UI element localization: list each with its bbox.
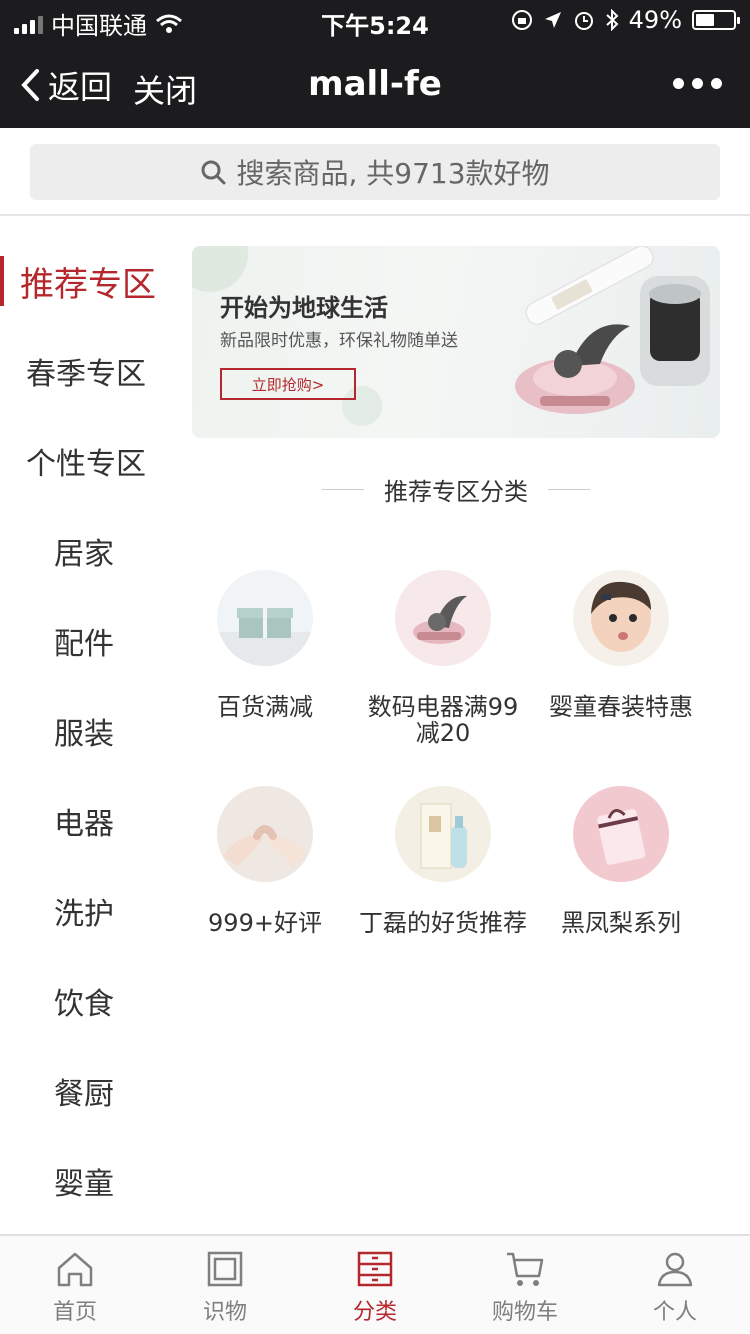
- sidebar-item-label: 服装: [54, 717, 114, 752]
- category-item[interactable]: 数码电器满99减20: [354, 570, 532, 746]
- more-options-button[interactable]: [673, 78, 722, 89]
- nav-bar: 返回 关闭 mall-fe: [0, 42, 750, 128]
- category-item[interactable]: 黑凤梨系列: [532, 786, 710, 936]
- tab-label: 识物: [202, 1300, 247, 1325]
- sidebar-item-kitchen[interactable]: 餐厨: [0, 1046, 162, 1136]
- tab-label: 购物车: [491, 1300, 558, 1325]
- person-icon: [657, 1252, 693, 1287]
- search-placeholder: 搜索商品, 共9713款好物: [236, 157, 550, 190]
- home-icon: [57, 1252, 93, 1287]
- wine-bottle-icon: [395, 786, 491, 882]
- banner-product-image: [515, 246, 710, 414]
- sidebar-item-food[interactable]: 饮食: [0, 956, 162, 1046]
- divider: [322, 489, 364, 490]
- battery-percent: 49%: [628, 6, 682, 34]
- section-title: 推荐专区分类: [384, 478, 528, 506]
- page-title: mall-fe: [308, 64, 442, 104]
- gift-box-icon: [217, 570, 313, 666]
- category-label: 婴童春装特惠: [549, 693, 693, 721]
- banner-buy-button[interactable]: 立即抢购>: [220, 368, 356, 400]
- category-sidebar: 推荐专区 春季专区 个性专区 居家 配件 服装 电器 洗护 饮食 餐厨 婴童: [0, 236, 162, 1226]
- sidebar-item-accessories[interactable]: 配件: [0, 596, 162, 686]
- status-right: 49%: [511, 6, 740, 34]
- pink-gift-icon: [573, 786, 669, 882]
- sidebar-item-label: 婴童: [54, 1167, 114, 1202]
- bottom-tab-bar: 首页 识物 分类 购物车 个人: [0, 1234, 750, 1334]
- section-heading: 推荐专区分类: [192, 472, 720, 507]
- sidebar-item-personal[interactable]: 个性专区: [0, 416, 162, 506]
- category-label: 黑凤梨系列: [561, 909, 681, 937]
- top-bar: 中国联通 下午5:24 49% 返回 关闭 mall-fe: [0, 0, 750, 128]
- search-input[interactable]: 搜索商品, 共9713款好物: [30, 144, 720, 200]
- battery-icon: [692, 10, 740, 30]
- category-item[interactable]: 999+好评: [176, 786, 354, 936]
- category-item[interactable]: 婴童春装特惠: [532, 570, 710, 720]
- sidebar-item-clothing[interactable]: 服装: [0, 686, 162, 776]
- tab-home[interactable]: 首页: [0, 1236, 150, 1334]
- tab-discover[interactable]: 识物: [150, 1236, 300, 1334]
- promo-banner[interactable]: 开始为地球生活 新品限时优惠，环保礼物随单送 立即抢购>: [192, 246, 720, 438]
- sidebar-item-appliances[interactable]: 电器: [0, 776, 162, 866]
- sidebar-item-home[interactable]: 居家: [0, 506, 162, 596]
- location-icon: [544, 12, 561, 28]
- sidebar-item-label: 个性专区: [26, 447, 146, 482]
- divider: [548, 489, 590, 490]
- category-label: 999+好评: [208, 909, 322, 937]
- category-label: 数码电器满99减20: [367, 693, 519, 747]
- bluetooth-icon: [605, 9, 619, 31]
- tab-cart[interactable]: 购物车: [450, 1236, 600, 1334]
- category-label: 百货满减: [217, 693, 313, 721]
- tab-label: 首页: [52, 1300, 97, 1325]
- category-item[interactable]: 丁磊的好货推荐: [354, 786, 532, 936]
- alarm-icon: [574, 12, 593, 30]
- search-icon: [201, 160, 226, 185]
- category-item[interactable]: 百货满减: [176, 570, 354, 720]
- tab-label: 个人: [652, 1300, 697, 1325]
- rotation-lock-icon: [511, 10, 532, 30]
- pinky-promise-icon: [217, 786, 313, 882]
- tab-profile[interactable]: 个人: [600, 1236, 750, 1334]
- sidebar-item-spring[interactable]: 春季专区: [0, 326, 162, 416]
- sidebar-item-care[interactable]: 洗护: [0, 866, 162, 956]
- sidebar-item-label: 配件: [54, 627, 114, 662]
- baby-photo-icon: [573, 570, 669, 666]
- banner-title: 开始为地球生活: [220, 294, 388, 322]
- banner-subtitle: 新品限时优惠，环保礼物随单送: [220, 331, 458, 351]
- sidebar-item-baby[interactable]: 婴童: [0, 1136, 162, 1226]
- square-icon: [207, 1251, 243, 1287]
- search-bar: 搜索商品, 共9713款好物: [0, 128, 750, 216]
- tab-category[interactable]: 分类: [300, 1236, 450, 1334]
- handheld-vacuum-icon: [395, 570, 491, 666]
- cart-icon: [507, 1252, 544, 1286]
- sidebar-item-label: 电器: [54, 807, 114, 842]
- sidebar-item-label: 居家: [54, 537, 114, 572]
- tab-label: 分类: [352, 1300, 397, 1325]
- sidebar-item-label: 洗护: [54, 897, 114, 932]
- sidebar-item-recommended[interactable]: 推荐专区: [0, 236, 162, 326]
- category-label: 丁磊的好货推荐: [359, 909, 527, 937]
- category-icon: [357, 1251, 393, 1287]
- sidebar-item-label: 春季专区: [26, 357, 146, 392]
- sidebar-item-label: 饮食: [54, 987, 114, 1022]
- status-bar: 中国联通 下午5:24 49%: [0, 0, 750, 42]
- sidebar-item-label: 推荐专区: [20, 264, 156, 305]
- sidebar-item-label: 餐厨: [54, 1077, 114, 1112]
